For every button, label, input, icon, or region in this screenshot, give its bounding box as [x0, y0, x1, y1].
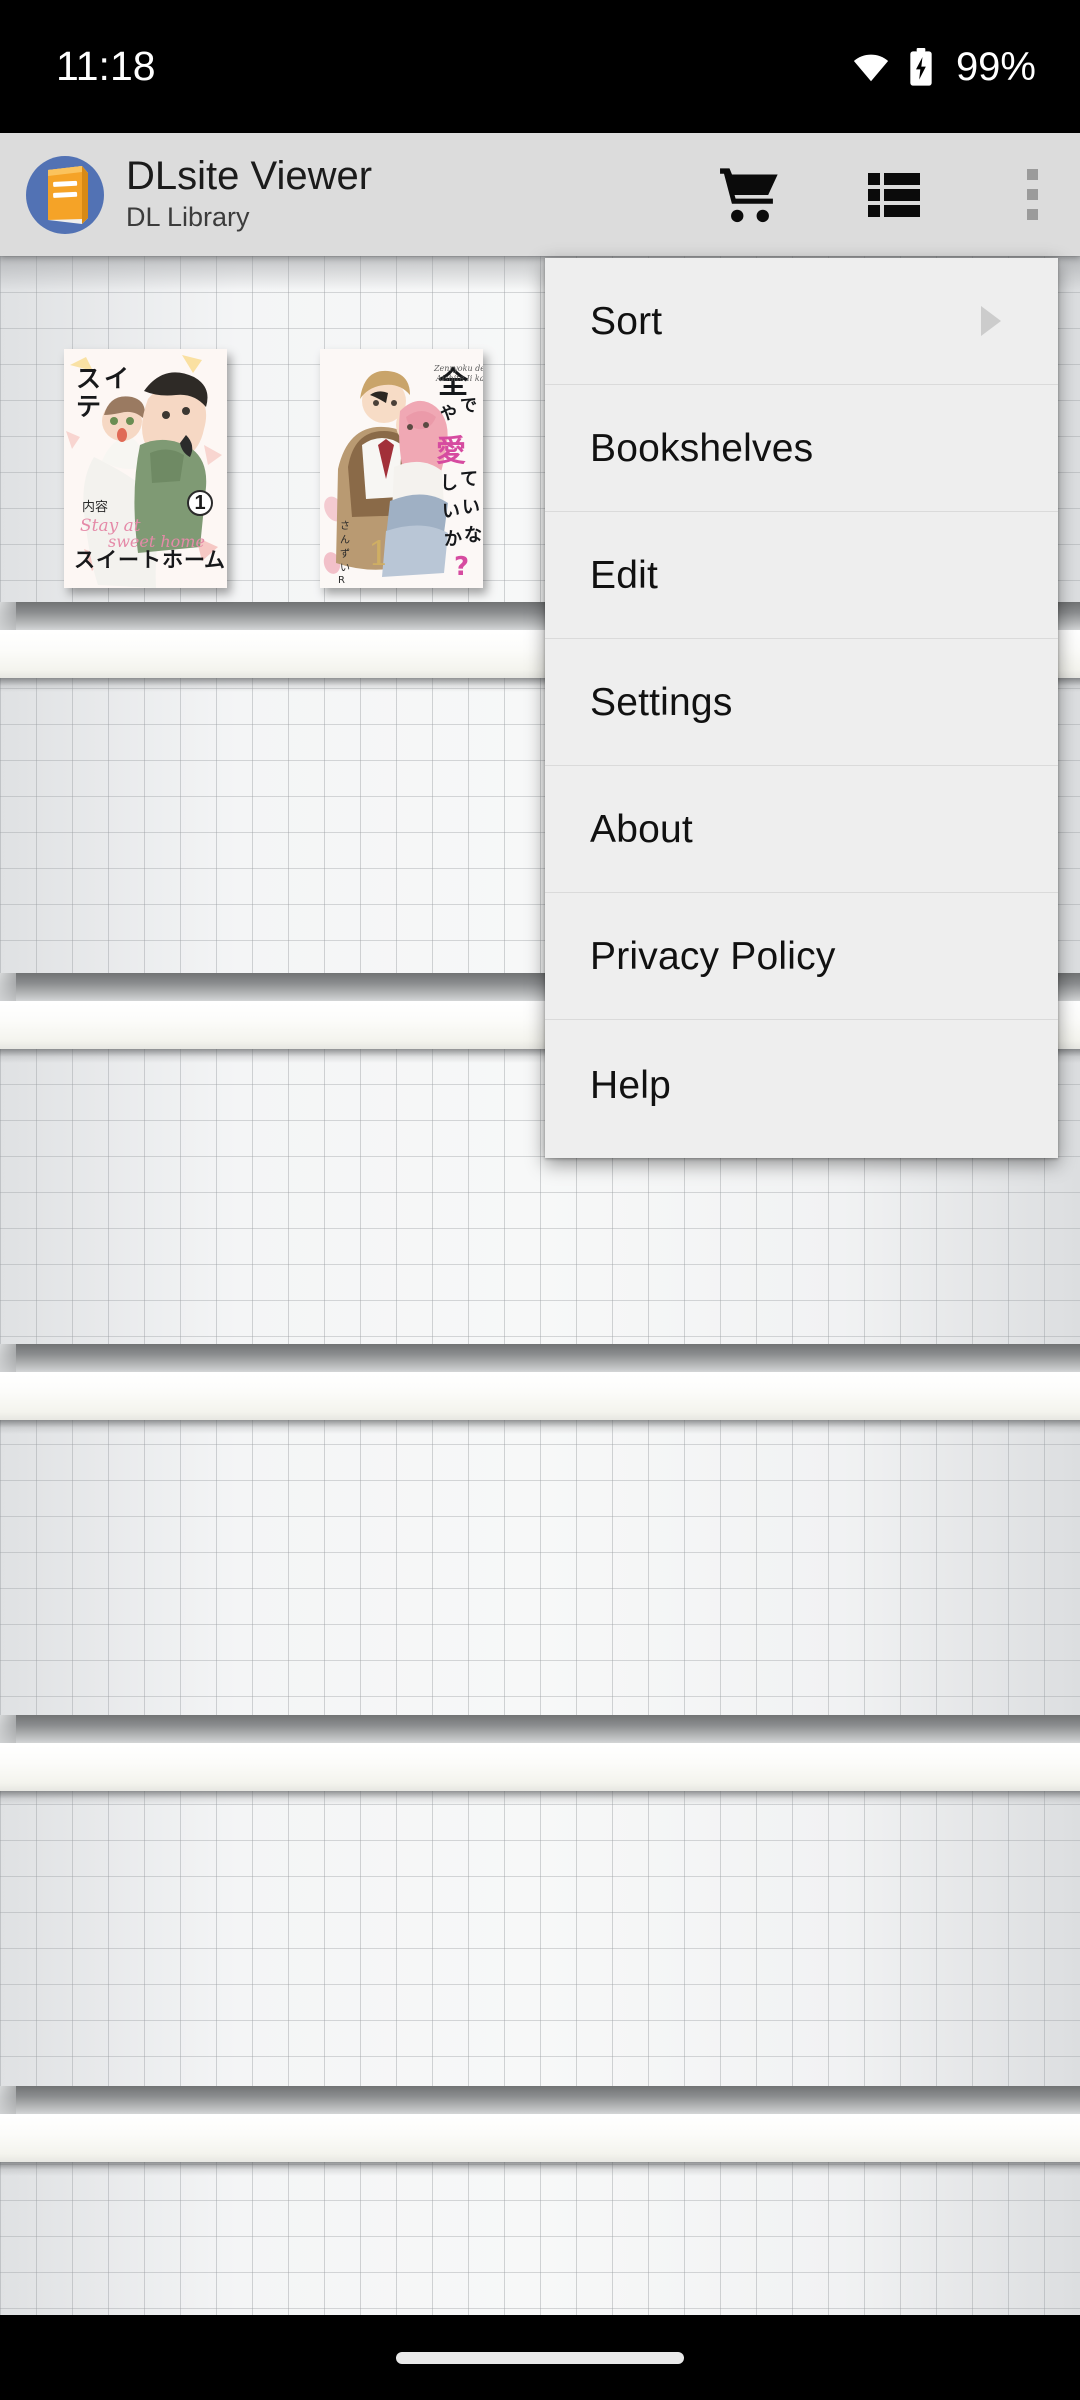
menu-item-label: Settings	[590, 680, 733, 724]
shelf-board	[0, 1344, 1080, 1434]
book-item[interactable]: 全 やで 愛 して いい かな ? Zenryoku de Aishite Ii…	[320, 349, 483, 588]
svg-text:Aishite Ii kana: Aishite Ii kana	[435, 374, 483, 383]
app-title-block: DLsite Viewer DL Library	[126, 153, 696, 235]
svg-text:ス: ス	[76, 364, 101, 393]
svg-text:さ: さ	[340, 520, 350, 532]
svg-text:ト: ト	[140, 548, 161, 572]
svg-text:な: な	[464, 525, 482, 546]
status-indicators: 99%	[852, 47, 1036, 87]
menu-item-label: Bookshelves	[590, 426, 814, 470]
menu-item-help[interactable]: Help	[545, 1020, 1058, 1150]
status-bar: 11:18 99%	[0, 0, 1080, 133]
overflow-menu-button[interactable]	[984, 133, 1080, 256]
svg-text:か: か	[444, 529, 462, 550]
svg-text:ー: ー	[184, 548, 205, 572]
android-screen: 11:18 99% DLsite Viewer DL Library ス テ イ…	[0, 0, 1080, 2400]
status-clock: 11:18	[56, 43, 156, 89]
menu-item-privacy-policy[interactable]: Privacy Policy	[545, 893, 1058, 1020]
shelf-board	[0, 1715, 1080, 1805]
menu-item-settings[interactable]: Settings	[545, 639, 1058, 766]
app-bar: DLsite Viewer DL Library	[0, 133, 1080, 256]
svg-text:?: ?	[454, 552, 469, 582]
menu-item-edit[interactable]: Edit	[545, 512, 1058, 639]
home-gesture-pill[interactable]	[396, 2351, 684, 2364]
wifi-icon	[852, 48, 890, 86]
system-navigation-bar	[0, 2315, 1080, 2400]
svg-text:イ: イ	[104, 364, 129, 393]
svg-text:イ: イ	[96, 548, 117, 572]
app-title: DLsite Viewer	[126, 153, 373, 198]
svg-text:で: で	[460, 396, 477, 416]
menu-item-label: Privacy Policy	[590, 934, 836, 978]
svg-text:sweet home: sweet home	[108, 532, 205, 551]
battery-charging-icon	[906, 47, 936, 87]
svg-text:い: い	[442, 501, 460, 522]
svg-text:や: や	[440, 404, 457, 424]
menu-item-label: Help	[590, 1063, 672, 1107]
menu-item-sort[interactable]: Sort	[545, 258, 1058, 385]
svg-text:ホ: ホ	[162, 548, 183, 572]
book-cover: 全 やで 愛 して いい かな ? Zenryoku de Aishite Ii…	[320, 349, 483, 588]
battery-percent-label: 99%	[955, 44, 1036, 89]
menu-item-label: Edit	[590, 553, 659, 597]
menu-item-label: About	[590, 807, 693, 851]
svg-text:ム: ム	[204, 548, 225, 572]
svg-text:て: て	[460, 469, 478, 490]
cart-button[interactable]	[696, 133, 804, 256]
svg-text:Zenryoku de: Zenryoku de	[433, 364, 483, 373]
svg-text:い: い	[462, 497, 480, 518]
svg-text:テ: テ	[76, 392, 101, 421]
book-cover: ステイ スイー トホーム 内容 Stay at sweet home	[64, 349, 227, 588]
app-subtitle: DL Library	[126, 201, 250, 232]
volume-badge: 1	[187, 490, 213, 516]
svg-text:い: い	[340, 563, 350, 574]
svg-text:R: R	[338, 575, 345, 586]
svg-text:ス: ス	[74, 548, 95, 572]
shelf-board	[0, 2086, 1080, 2176]
menu-item-bookshelves[interactable]: Bookshelves	[545, 385, 1058, 512]
svg-text:し: し	[440, 473, 458, 494]
svg-text:愛: 愛	[436, 434, 466, 469]
book-item[interactable]: ステイ スイー トホーム 内容 Stay at sweet home 1	[64, 349, 227, 588]
svg-text:ず: ず	[340, 548, 350, 560]
svg-text:1: 1	[368, 534, 390, 574]
overflow-dropdown-menu: Sort Bookshelves Edit Settings About Pri…	[545, 258, 1058, 1158]
book-app-icon	[26, 155, 104, 234]
cart-icon	[719, 166, 781, 224]
chevron-right-icon	[981, 306, 1001, 336]
view-mode-icon	[868, 172, 920, 217]
svg-text:ー: ー	[118, 548, 139, 572]
overflow-menu-icon	[1026, 169, 1038, 220]
menu-item-about[interactable]: About	[545, 766, 1058, 893]
view-mode-button[interactable]	[840, 133, 948, 256]
svg-text:ん: ん	[340, 534, 350, 546]
menu-item-label: Sort	[590, 299, 663, 343]
svg-text:内容: 内容	[82, 499, 108, 515]
